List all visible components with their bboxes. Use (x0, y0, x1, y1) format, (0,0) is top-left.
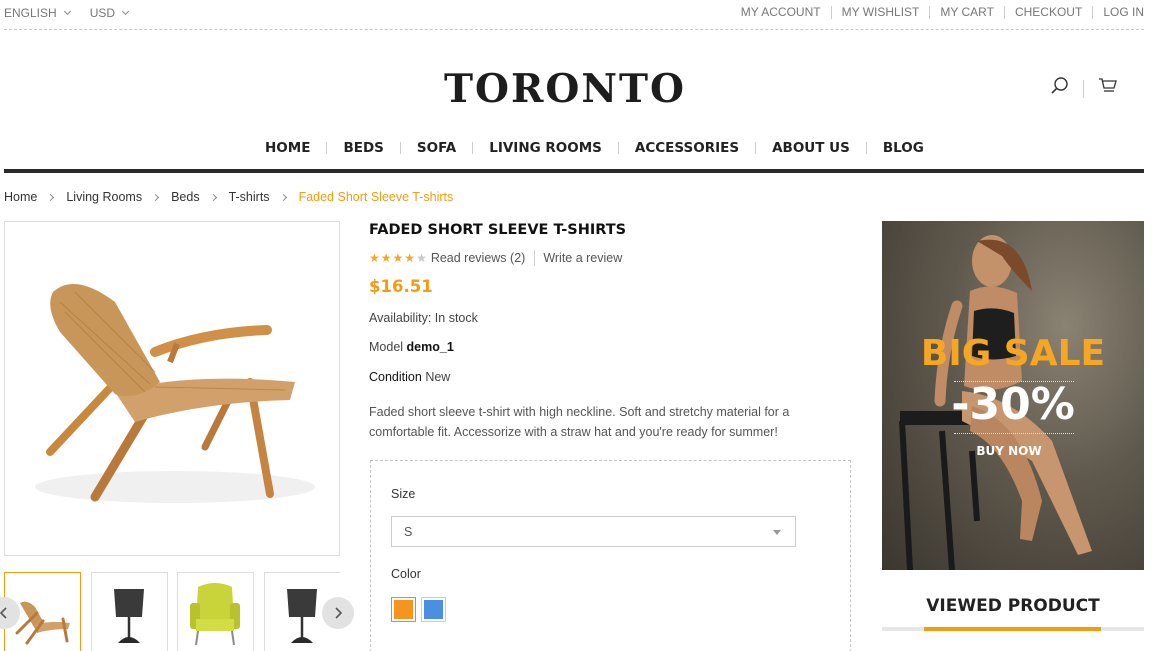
chevron-left-icon (0, 607, 7, 619)
divider (954, 433, 1074, 434)
color-label: Color (391, 567, 421, 581)
chevron-down-icon (121, 7, 130, 16)
color-swatch-orange[interactable] (391, 597, 416, 622)
divider (534, 250, 536, 266)
breadcrumb-current: Faded Short Sleeve T-shirts (298, 190, 454, 204)
currency-selector[interactable]: USD (89, 6, 130, 20)
product-main-image[interactable] (4, 221, 340, 556)
nav-beds[interactable]: BEDS (327, 140, 399, 156)
cart-icon[interactable] (1098, 76, 1118, 101)
my-account-link[interactable]: MY ACCOUNT (731, 6, 831, 19)
top-bar: ENGLISH USD MY ACCOUNT MY WISHLIST MY CA… (4, 0, 1144, 30)
breadcrumb: Home Living Rooms Beds T-shirts Faded Sh… (4, 190, 453, 204)
star-icon: ★ (380, 251, 392, 265)
product-options: Size S Color (370, 460, 851, 651)
nav-living-rooms[interactable]: LIVING ROOMS (473, 140, 618, 156)
write-review-link[interactable]: Write a review (543, 251, 622, 265)
star-icon: ★ (416, 251, 427, 265)
nav-home[interactable]: HOME (249, 140, 326, 156)
model: Model demo_1 (369, 340, 454, 354)
breadcrumb-beds[interactable]: Beds (171, 190, 200, 204)
my-cart-link[interactable]: MY CART (929, 6, 1004, 19)
chevron-right-icon (47, 193, 55, 201)
checkout-link[interactable]: CHECKOUT (1003, 6, 1092, 19)
chevron-right-icon (152, 193, 160, 201)
product-description: Faded short sleeve t-shirt with high nec… (369, 405, 790, 439)
read-reviews-link[interactable]: Read reviews (2) (431, 251, 525, 265)
nav-accessories[interactable]: ACCESSORIES (619, 140, 755, 156)
breadcrumb-tshirts[interactable]: T-shirts (229, 190, 270, 204)
nav-sofa[interactable]: SOFA (401, 140, 472, 156)
my-wishlist-link[interactable]: MY WISHLIST (830, 6, 930, 19)
size-select-value: S (404, 525, 413, 539)
thumbnail-strip (4, 572, 340, 651)
color-swatch-blue[interactable] (421, 597, 446, 622)
chevron-right-icon (279, 193, 287, 201)
condition-label: Condition (369, 370, 422, 384)
divider (1083, 79, 1084, 98)
banner-cta[interactable]: BUY NOW (882, 444, 1136, 458)
star-icon: ★ (392, 251, 404, 265)
thumbnail-next-button[interactable] (322, 597, 354, 629)
login-link[interactable]: LOG IN (1092, 6, 1144, 19)
star-icon: ★ (369, 251, 380, 265)
nav-about-us[interactable]: ABOUT US (756, 140, 866, 156)
main-nav: HOME BEDS SOFA LIVING ROOMS ACCESSORIES … (249, 140, 940, 156)
search-icon[interactable] (1050, 76, 1070, 101)
thumbnail-lamp-1[interactable] (91, 572, 168, 651)
chevron-right-icon (335, 607, 343, 619)
promo-banner[interactable]: BIG SALE -30% BUY NOW (882, 221, 1144, 570)
currency-label: USD (89, 6, 116, 20)
availability-value: In stock (434, 311, 478, 325)
header-icons (1050, 76, 1118, 101)
nav-blog[interactable]: BLOG (867, 140, 940, 156)
banner-discount: -30% (951, 379, 1075, 430)
model-value: demo_1 (406, 340, 454, 354)
condition-value: New (425, 370, 451, 384)
language-selector[interactable]: ENGLISH (4, 6, 71, 20)
chevron-right-icon (209, 193, 217, 201)
banner-title: BIG SALE (920, 333, 1106, 374)
site-logo[interactable]: TORONTO (444, 66, 686, 112)
viewed-product-heading: VIEWED PRODUCT (926, 596, 1100, 616)
thumbnail-armchair[interactable] (177, 572, 254, 651)
language-label: ENGLISH (4, 6, 57, 20)
breadcrumb-living-rooms[interactable]: Living Rooms (66, 190, 142, 204)
product-rating: ★ ★ ★ ★ ★ Read reviews (2) Write a revie… (369, 250, 622, 266)
product-price: $16.51 (369, 277, 433, 296)
availability-label: Availability: (369, 311, 432, 325)
availability: Availability: In stock (369, 311, 478, 325)
breadcrumb-home[interactable]: Home (4, 190, 37, 204)
caret-down-icon (773, 530, 781, 535)
size-select[interactable]: S (391, 516, 796, 547)
model-label: Model (369, 340, 404, 354)
condition: Condition New (369, 370, 450, 384)
chevron-down-icon (63, 7, 71, 16)
rating-stars: ★ ★ ★ ★ ★ (369, 252, 427, 264)
product-title: FADED SHORT SLEEVE T-SHIRTS (369, 222, 627, 238)
size-label: Size (391, 487, 416, 501)
heading-underline (882, 627, 1144, 631)
star-icon: ★ (404, 251, 416, 265)
nav-divider (4, 169, 1144, 173)
